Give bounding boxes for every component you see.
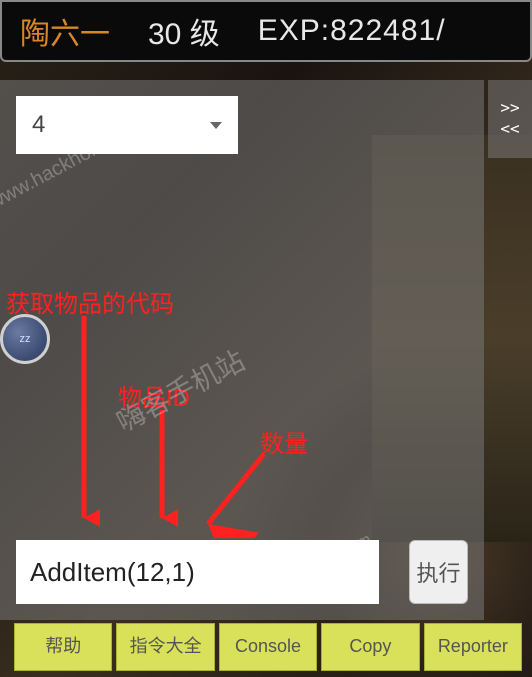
toggle-arrows-top: >> bbox=[500, 98, 519, 119]
side-toggle[interactable]: >> << bbox=[488, 80, 532, 158]
chevron-down-icon bbox=[210, 122, 222, 129]
player-name: 陶六一 bbox=[20, 9, 110, 53]
dropdown-select[interactable]: 4 bbox=[16, 96, 238, 154]
status-header: 陶六一 30 级 EXP:822481/ bbox=[0, 0, 532, 62]
command-row: 执行 bbox=[16, 540, 468, 604]
level-text: 30 级 bbox=[148, 9, 220, 53]
exp-text: EXP:822481/ bbox=[258, 14, 446, 48]
console-button[interactable]: Console bbox=[219, 623, 317, 671]
help-button[interactable]: 帮助 bbox=[14, 623, 112, 671]
circle-label: zz bbox=[20, 333, 31, 345]
panel-body bbox=[16, 154, 468, 540]
console-panel: 4 执行 bbox=[0, 80, 484, 620]
floating-circle-button[interactable]: zz bbox=[0, 314, 50, 364]
reporter-button[interactable]: Reporter bbox=[424, 623, 522, 671]
commands-list-button[interactable]: 指令大全 bbox=[116, 623, 214, 671]
toggle-arrows-bottom: << bbox=[500, 119, 519, 140]
copy-button[interactable]: Copy bbox=[321, 623, 419, 671]
execute-button[interactable]: 执行 bbox=[409, 540, 468, 604]
dropdown-value: 4 bbox=[32, 111, 45, 139]
bottom-toolbar: 帮助 指令大全 Console Copy Reporter bbox=[14, 623, 522, 671]
command-input[interactable] bbox=[16, 540, 379, 604]
